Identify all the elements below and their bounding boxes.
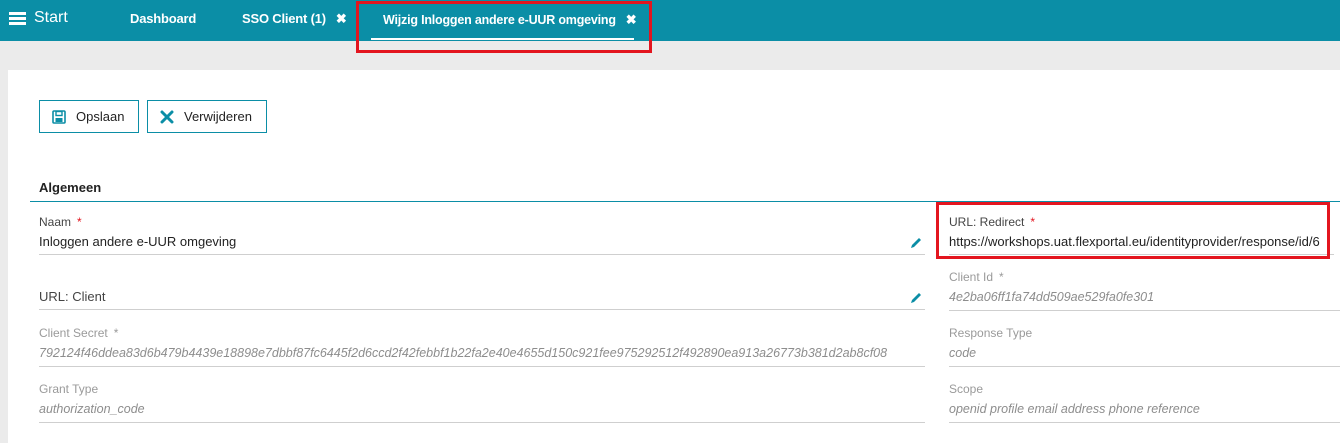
tab-sso-client[interactable]: SSO Client (1) ✖ <box>242 11 347 27</box>
delete-icon <box>160 110 174 123</box>
field-underline <box>39 422 925 423</box>
required-marker: * <box>999 270 1004 284</box>
delete-label: Verwijderen <box>184 109 252 124</box>
highlight-box-redirect <box>936 202 1330 259</box>
highlight-box-tab <box>356 1 652 53</box>
grant-type-value: authorization_code <box>39 402 145 416</box>
client-id-value: 4e2ba06ff1fa74dd509ae529fa0fe301 <box>949 290 1155 304</box>
field-underline <box>39 366 925 367</box>
field-underline <box>949 310 1340 311</box>
scope-label: Scope <box>949 382 984 396</box>
scope-value: openid profile email address phone refer… <box>949 402 1200 416</box>
close-icon[interactable]: ✖ <box>336 11 347 26</box>
pencil-icon[interactable] <box>909 236 923 250</box>
tab-label: SSO Client (1) <box>242 11 326 26</box>
save-icon <box>52 109 66 124</box>
field-underline <box>39 309 925 310</box>
field-underline <box>39 254 925 255</box>
save-button[interactable]: Opslaan <box>39 100 139 133</box>
required-marker: * <box>113 326 119 340</box>
url-client-label: URL: Client <box>39 289 106 304</box>
required-marker: * <box>77 215 82 229</box>
naam-label: Naam * <box>39 215 82 229</box>
response-type-value: code <box>949 346 977 360</box>
client-id-label: Client Id * <box>949 270 1004 284</box>
naam-field[interactable]: Inloggen andere e-UUR omgeving <box>39 234 236 249</box>
start-label: Start <box>34 9 68 26</box>
client-secret-value: 792124f46ddea83d6b479b4439e18898e7dbbf87… <box>39 346 888 360</box>
save-label: Opslaan <box>76 109 125 124</box>
field-underline <box>949 422 1340 423</box>
field-underline <box>949 366 1340 367</box>
client-secret-label: Client Secret * <box>39 326 119 340</box>
tab-dashboard[interactable]: Dashboard <box>130 11 196 26</box>
response-type-label: Response Type <box>949 326 1033 340</box>
section-title: Algemeen <box>39 180 102 195</box>
pencil-icon[interactable] <box>909 291 923 305</box>
grant-type-label: Grant Type <box>39 382 99 396</box>
top-navigation-bar: Start Dashboard SSO Client (1) ✖ Wijzig I… <box>0 0 1340 41</box>
start-menu-button[interactable]: Start <box>9 9 68 27</box>
hamburger-icon <box>9 11 26 25</box>
delete-button[interactable]: Verwijderen <box>147 100 267 133</box>
tab-label: Dashboard <box>130 11 197 26</box>
